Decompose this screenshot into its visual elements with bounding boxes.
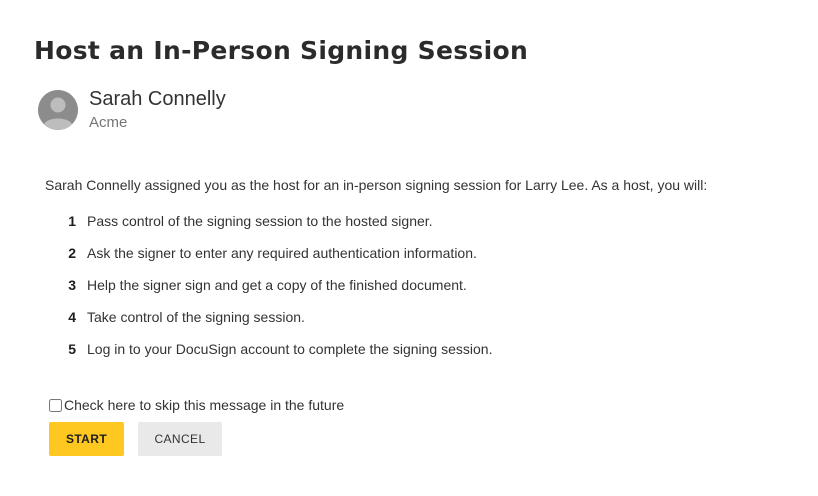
sender-company: Acme bbox=[89, 114, 128, 131]
step-text: Log in to your DocuSign account to compl… bbox=[87, 341, 493, 357]
sender-name: Sarah Connelly bbox=[89, 88, 226, 110]
list-item: 2 Ask the signer to enter any required a… bbox=[62, 245, 492, 277]
step-number: 2 bbox=[68, 245, 76, 261]
step-text: Help the signer sign and get a copy of t… bbox=[87, 277, 467, 293]
sender-info: Sarah Connelly Acme bbox=[38, 88, 226, 132]
list-item: 1 Pass control of the signing session to… bbox=[62, 213, 492, 245]
skip-message-option[interactable]: Check here to skip this message in the f… bbox=[48, 397, 344, 413]
step-text: Ask the signer to enter any required aut… bbox=[87, 245, 477, 261]
list-item: 3 Help the signer sign and get a copy of… bbox=[62, 277, 492, 309]
dialog-title: Host an In-Person Signing Session bbox=[34, 36, 529, 65]
skip-message-checkbox[interactable] bbox=[49, 398, 62, 412]
step-number: 3 bbox=[68, 277, 76, 293]
intro-text: Sarah Connelly assigned you as the host … bbox=[45, 177, 708, 193]
skip-message-label: Check here to skip this message in the f… bbox=[64, 397, 345, 413]
step-text: Pass control of the signing session to t… bbox=[87, 213, 433, 229]
step-number: 4 bbox=[68, 309, 76, 325]
step-number: 1 bbox=[68, 213, 76, 229]
start-button[interactable]: START bbox=[49, 422, 124, 456]
step-number: 5 bbox=[68, 341, 76, 357]
list-item: 5 Log in to your DocuSign account to com… bbox=[62, 341, 492, 373]
cancel-button[interactable]: CANCEL bbox=[138, 422, 222, 456]
list-item: 4 Take control of the signing session. bbox=[62, 309, 492, 341]
dialog-actions: START CANCEL bbox=[49, 422, 222, 456]
step-text: Take control of the signing session. bbox=[87, 309, 305, 325]
user-silhouette-icon bbox=[38, 90, 78, 130]
host-steps-list: 1 Pass control of the signing session to… bbox=[62, 213, 492, 373]
